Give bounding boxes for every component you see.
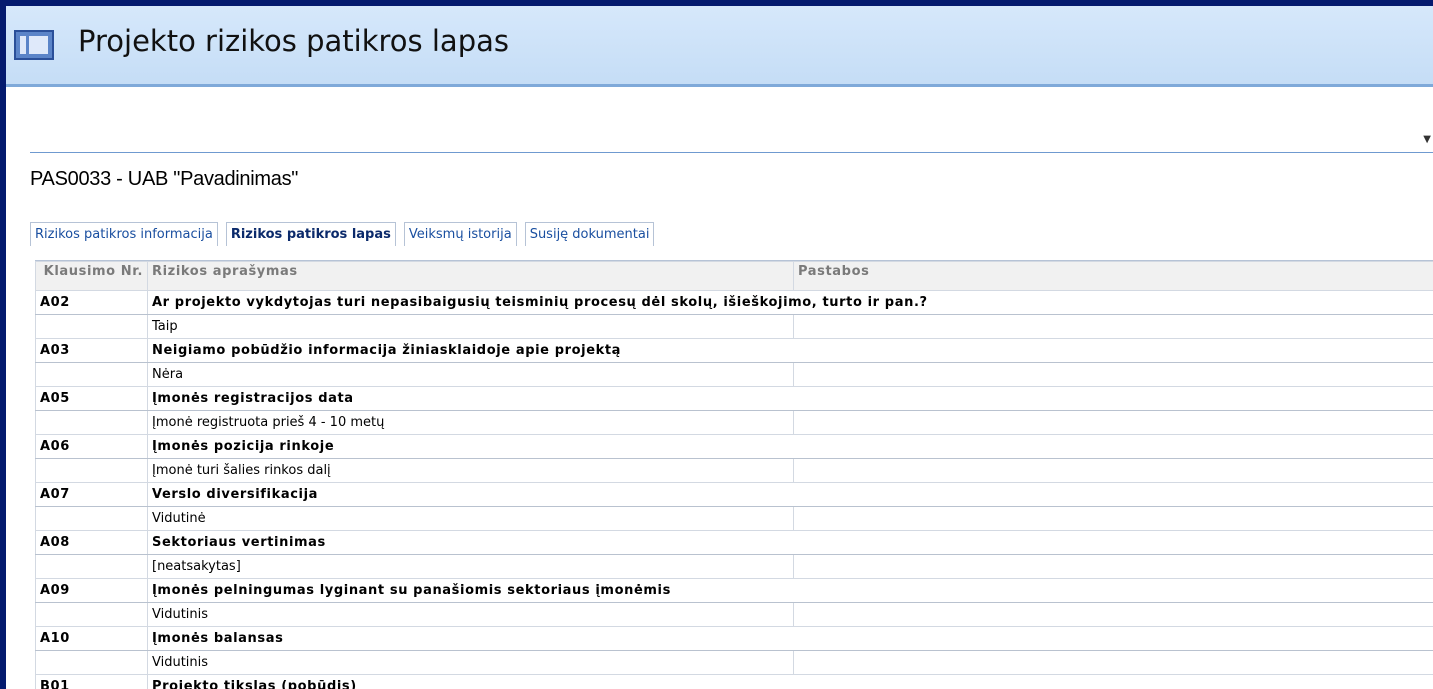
answer-spacer [35,602,148,627]
question-number: A07 [35,482,148,507]
notes-cell[interactable] [793,554,1433,579]
answer-spacer [35,650,148,675]
answer-row[interactable]: Nėra [35,362,1433,387]
answer-value[interactable]: Taip [147,314,794,339]
question-row[interactable]: A08 Sektoriaus vertinimas [35,530,1433,555]
answer-row[interactable]: Vidutinis [35,602,1433,627]
notes-cell[interactable] [793,314,1433,339]
question-text: Projekto tikslas (pobūdis) [147,674,1433,689]
risk-grid: Klausimo Nr. Rizikos aprašymas Pastabos … [35,260,1433,689]
question-row[interactable]: B01 Projekto tikslas (pobūdis) [35,674,1433,689]
page-header: Projekto rizikos patikros lapas [6,6,1433,87]
section-divider [30,152,1433,153]
question-number: A10 [35,626,148,651]
question-number: B01 [35,674,148,689]
question-number: A08 [35,530,148,555]
tab-susije-dokumentai[interactable]: Susiję dokumentai [524,222,655,246]
column-header-notes[interactable]: Pastabos [793,261,1433,291]
question-text: Įmonės balansas [147,626,1433,651]
notes-cell[interactable] [793,362,1433,387]
question-row[interactable]: A03 Neigiamo pobūdžio informacija žiniask… [35,338,1433,363]
answer-spacer [35,314,148,339]
question-row[interactable]: A05 Įmonės registracijos data [35,386,1433,411]
notes-cell[interactable] [793,458,1433,483]
answer-row[interactable]: Įmonė turi šalies rinkos dalį [35,458,1433,483]
column-header-question-no[interactable]: Klausimo Nr. [35,261,148,291]
answer-value[interactable]: Vidutinis [147,650,794,675]
question-text: Įmonės pozicija rinkoje [147,434,1433,459]
question-row[interactable]: A10 Įmonės balansas [35,626,1433,651]
answer-row[interactable]: [neatsakytas] [35,554,1433,579]
form-window-icon [14,30,54,60]
answer-spacer [35,458,148,483]
question-row[interactable]: A09 Įmonės pelningumas lyginant su panaši… [35,578,1433,603]
question-row[interactable]: A07 Verslo diversifikacija [35,482,1433,507]
notes-cell[interactable] [793,506,1433,531]
answer-spacer [35,410,148,435]
answer-value[interactable]: Įmonė turi šalies rinkos dalį [147,458,794,483]
answer-row[interactable]: Vidutinė [35,506,1433,531]
record-title: PAS0033 - UAB "Pavadinimas" [30,168,299,190]
question-number: A02 [35,290,148,315]
tab-veiksmu-istorija[interactable]: Veiksmų istorija [403,222,517,246]
question-row[interactable]: A06 Įmonės pozicija rinkoje [35,434,1433,459]
question-number: A03 [35,338,148,363]
question-text: Sektoriaus vertinimas [147,530,1433,555]
question-text: Neigiamo pobūdžio informacija žiniasklai… [147,338,1433,363]
answer-spacer [35,362,148,387]
answer-row[interactable]: Įmonė registruota prieš 4 - 10 metų [35,410,1433,435]
answer-value[interactable]: Nėra [147,362,794,387]
grid-header-row: Klausimo Nr. Rizikos aprašymas Pastabos [35,261,1433,291]
question-text: Įmonės pelningumas lyginant su panašiomi… [147,578,1433,603]
answer-value[interactable]: Vidutinis [147,602,794,627]
question-text: Įmonės registracijos data [147,386,1433,411]
page-title: Projekto rizikos patikros lapas [78,24,509,58]
question-number: A05 [35,386,148,411]
answer-spacer [35,506,148,531]
question-number: A06 [35,434,148,459]
answer-row[interactable]: Taip [35,314,1433,339]
chevron-down-icon[interactable]: ▼ [1423,134,1431,145]
answer-value[interactable]: [neatsakytas] [147,554,794,579]
app-window: Projekto rizikos patikros lapas ▼ PAS003… [6,6,1433,689]
question-number: A09 [35,578,148,603]
notes-cell[interactable] [793,650,1433,675]
question-text: Ar projekto vykdytojas turi nepasibaigus… [147,290,1433,315]
notes-cell[interactable] [793,602,1433,627]
answer-spacer [35,554,148,579]
column-header-risk-description[interactable]: Rizikos aprašymas [147,261,794,291]
notes-cell[interactable] [793,410,1433,435]
tab-rizikos-patikros-lapas[interactable]: Rizikos patikros lapas [225,222,396,246]
tab-bar: Rizikos patikros informacija Rizikos pat… [30,222,662,247]
answer-row[interactable]: Vidutinis [35,650,1433,675]
answer-value[interactable]: Vidutinė [147,506,794,531]
answer-value[interactable]: Įmonė registruota prieš 4 - 10 metų [147,410,794,435]
question-row[interactable]: A02 Ar projekto vykdytojas turi nepasibai… [35,290,1433,315]
tab-rizikos-patikros-informacija[interactable]: Rizikos patikros informacija [30,222,218,246]
question-text: Verslo diversifikacija [147,482,1433,507]
